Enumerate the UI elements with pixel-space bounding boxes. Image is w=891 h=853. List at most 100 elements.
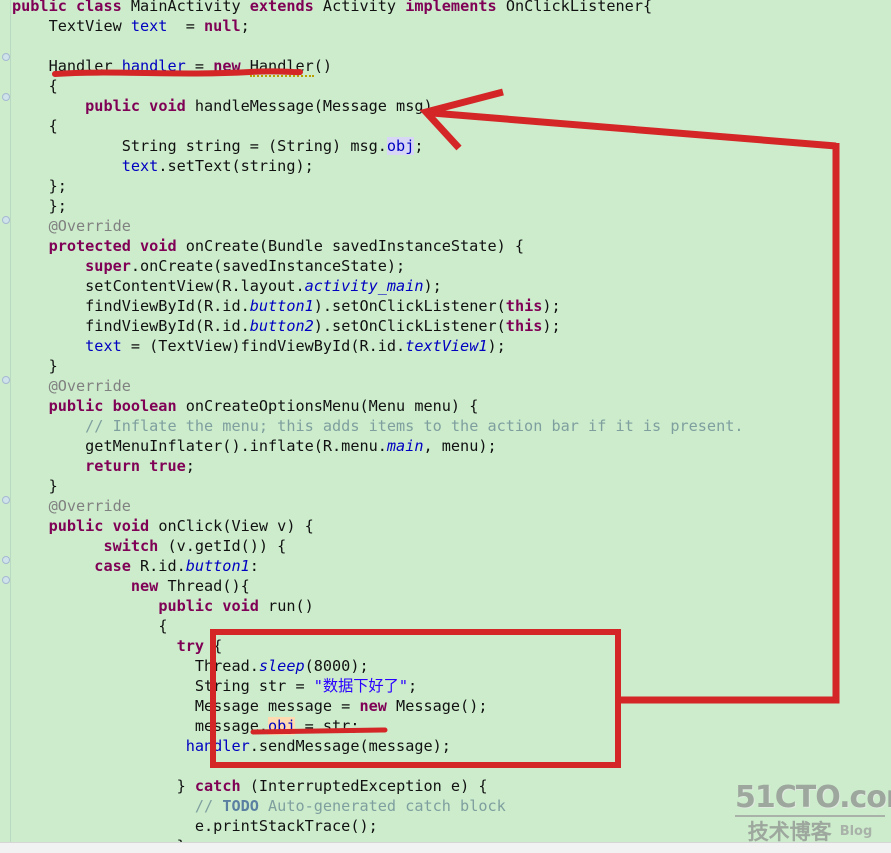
code-token: button2 [249,317,314,335]
code-line: } [12,476,891,496]
code-line: public void handleMessage(Message msg) [12,96,891,116]
code-line: findViewById(R.id.button2).setOnClickLis… [12,316,891,336]
code-token: textView1 [405,337,488,355]
code-token: sleep [258,657,305,675]
code-line: protected void onCreate(Bundle savedInst… [12,236,891,256]
code-token: findViewById(R.id. [85,297,250,315]
code-token: : [249,557,259,575]
code-token: ).setOnClickListener( [313,297,506,315]
code-token: .sendMessage(message); [249,737,451,755]
code-token: ).setOnClickListener( [313,317,506,335]
fold-marker[interactable] [2,53,10,61]
code-token: Message message = [194,697,360,715]
code-line: super.onCreate(savedInstanceState); [12,256,891,276]
code-token: Handler [48,57,122,75]
code-token: () [313,57,333,75]
code-token: main [386,437,424,455]
code-token: true [149,457,186,475]
code-line: { [12,616,891,636]
code-token: null [204,17,241,35]
fold-marker[interactable] [2,496,10,504]
code-token: = (TextView)findViewById(R.id. [121,337,406,355]
code-line: public class MainActivity extends Activi… [12,0,891,16]
code-line: @Override [12,376,891,396]
code-token: @Override [48,217,131,235]
code-line: setContentView(R.layout.activity_main); [12,276,891,296]
source-code-text[interactable]: public class MainActivity extends Activi… [12,0,891,842]
code-line: TextView text = null; [12,16,891,36]
code-token: findViewById(R.id. [85,317,250,335]
code-token: String str = [194,677,314,695]
code-token: { [48,117,58,135]
code-token: e.printStackTrace(); [194,817,378,835]
code-line: new Thread(){ [12,576,891,596]
code-token: R.id. [140,557,186,575]
code-line: Thread.sleep(8000); [12,656,891,676]
code-token: } [48,357,58,375]
code-token: } [48,477,58,495]
code-line: Handler handler = new Handler() [12,56,891,77]
code-token: switch [103,537,168,555]
code-token: ); [423,277,442,295]
code-token: onCreateOptionsMenu(Menu menu) { [185,397,479,415]
editor-fold-gutter[interactable] [0,0,11,842]
code-editor-surface[interactable]: public class MainActivity extends Activi… [0,0,891,842]
code-token: new [213,57,250,75]
code-line: @Override [12,216,891,236]
code-token: @Override [48,497,131,515]
code-token: MainActivity [130,0,250,15]
fold-marker[interactable] [2,216,10,224]
fold-marker[interactable] [2,93,10,101]
code-token: TextView [48,17,131,35]
code-token: Handler [249,57,314,77]
code-line: { [12,116,891,136]
code-token: obj [386,137,415,155]
code-token: @Override [48,377,131,395]
code-token: = str; [295,717,360,735]
code-line: getMenuInflater().inflate(R.menu.main, m… [12,436,891,456]
code-token: case [94,557,141,575]
code-token: handler [121,57,186,75]
code-token: } [176,777,195,795]
fold-marker[interactable] [2,376,10,384]
code-line: Message message = new Message(); [12,696,891,716]
fold-marker[interactable] [2,576,10,584]
code-line: return true; [12,456,891,476]
code-line: findViewById(R.id.button1).setOnClickLis… [12,296,891,316]
code-line: }; [12,196,891,216]
code-token: ; [407,677,418,695]
code-token: onCreate(Bundle savedInstanceState) { [185,237,525,255]
code-line: text.setText(string); [12,156,891,176]
code-token: protected [48,237,141,255]
code-token: (InterruptedException e) { [249,777,488,795]
code-token: handler [185,737,250,755]
code-line: public void run() [12,596,891,616]
fold-marker[interactable] [2,556,10,564]
code-line: try { [12,636,891,656]
code-token: getMenuInflater().inflate(R.menu. [85,437,387,455]
code-token: return [85,457,150,475]
code-token: ); [542,297,561,315]
code-token: (v.getId()) { [167,537,287,555]
